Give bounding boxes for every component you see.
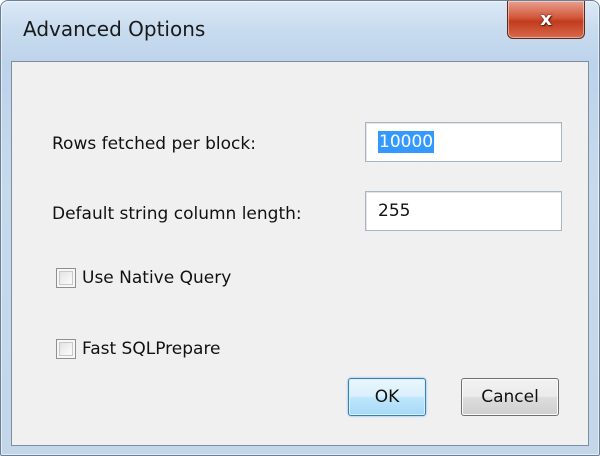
close-button[interactable]: x <box>507 1 585 39</box>
string-length-value: 255 <box>378 201 411 221</box>
string-length-label: Default string column length: <box>52 204 302 224</box>
fast-prepare-option[interactable]: Fast SQLPrepare <box>56 339 221 359</box>
rows-per-block-input[interactable]: 10000 <box>365 122 562 162</box>
cancel-button[interactable]: Cancel <box>461 378 559 416</box>
close-icon: x <box>540 9 552 30</box>
dialog-body: Rows fetched per block: 10000 Default st… <box>11 61 589 446</box>
native-query-option[interactable]: Use Native Query <box>56 268 231 288</box>
string-length-input[interactable]: 255 <box>365 191 562 231</box>
window-title: Advanced Options <box>23 17 206 41</box>
fast-prepare-label: Fast SQLPrepare <box>82 339 221 359</box>
dialog-window: Advanced Options x Rows fetched per bloc… <box>0 0 600 456</box>
native-query-label: Use Native Query <box>82 268 232 288</box>
ok-button[interactable]: OK <box>348 378 426 416</box>
native-query-checkbox[interactable] <box>56 268 76 288</box>
rows-per-block-value: 10000 <box>378 131 435 153</box>
rows-per-block-label: Rows fetched per block: <box>52 134 256 154</box>
fast-prepare-checkbox[interactable] <box>56 339 76 359</box>
